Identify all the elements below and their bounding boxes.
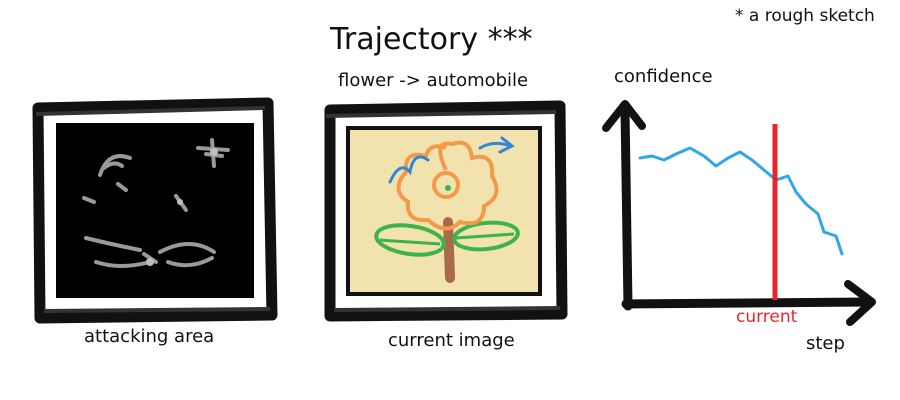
current-image-caption: current image <box>388 330 515 351</box>
y-axis <box>620 105 633 311</box>
confidence-plot <box>602 100 876 326</box>
page-title: Trajectory *** <box>330 22 533 57</box>
confidence-curve <box>638 146 844 256</box>
current-marker-label: current <box>736 307 798 327</box>
current-image <box>346 126 542 296</box>
x-axis <box>621 297 873 309</box>
attacking-area-panel <box>32 97 278 324</box>
y-axis-label: confidence <box>614 66 713 87</box>
attacking-area-caption: attacking area <box>84 326 215 347</box>
x-axis-label: step <box>806 333 845 354</box>
current-image-panel <box>324 100 568 322</box>
sketch-note: * a rough sketch <box>735 6 875 26</box>
transition-subtitle: flower -> automobile <box>338 70 529 91</box>
